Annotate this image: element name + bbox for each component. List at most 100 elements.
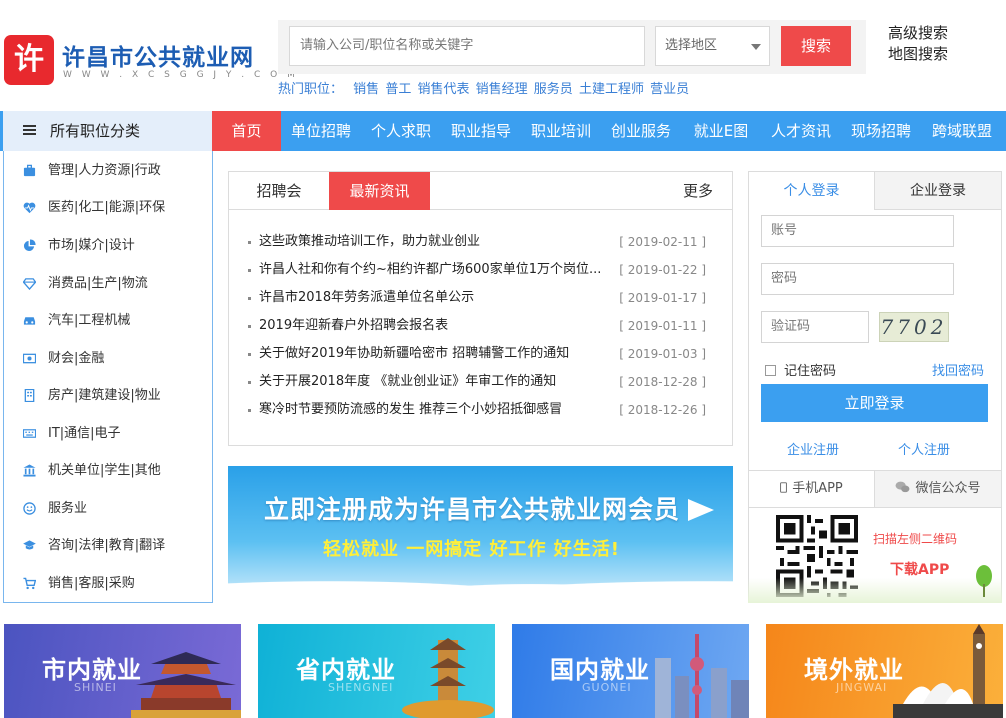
- hot-job-link[interactable]: 销售经理: [476, 82, 528, 97]
- news-title[interactable]: 关于做好2019年协助新疆哈密市 招聘辅警工作的通知: [259, 340, 624, 368]
- news-date: [ 2019-01-17 ]: [619, 291, 706, 305]
- news-item[interactable]: 许昌人社和你有个约~相约许都广场600家单位1万个岗位...[ 2019-01-…: [248, 256, 714, 284]
- tile-overseas-jobs[interactable]: 境外就业 JINGWAI: [766, 624, 1003, 718]
- site-logo-mark[interactable]: 许: [4, 35, 54, 85]
- all-categories-button[interactable]: 所有职位分类: [3, 111, 212, 151]
- nav-cross-region[interactable]: 跨域联盟: [921, 111, 1003, 151]
- nav-onsite-fair[interactable]: 现场招聘: [841, 111, 921, 151]
- nav-home[interactable]: 首页: [212, 111, 281, 151]
- hot-job-link[interactable]: 销售代表: [417, 82, 469, 97]
- category-item[interactable]: 管理|人力资源|行政: [3, 152, 212, 189]
- category-item[interactable]: 医药|化工|能源|环保: [3, 189, 212, 226]
- news-title[interactable]: 许昌市2018年劳务派遣单位名单公示: [259, 284, 624, 312]
- nav-job-map[interactable]: 就业E图: [681, 111, 761, 151]
- remember-password[interactable]: 记住密码: [765, 360, 836, 379]
- category-label: 医药|化工|能源|环保: [48, 200, 166, 215]
- password-input[interactable]: 密码: [761, 263, 954, 295]
- wechat-icon: [896, 481, 910, 493]
- search-input[interactable]: 请输入公司/职位名称或关键字: [289, 26, 645, 66]
- scan-hint: 扫描左侧二维码: [873, 532, 958, 546]
- region-select[interactable]: 选择地区: [655, 26, 770, 66]
- category-item[interactable]: 市场|媒介|设计: [3, 227, 212, 264]
- wechat-label: 微信公众号: [915, 481, 981, 496]
- news-date: [ 2019-01-03 ]: [619, 347, 706, 361]
- region-select-label: 选择地区: [665, 38, 718, 53]
- category-item[interactable]: IT|通信|电子: [3, 415, 212, 452]
- tile-province-jobs[interactable]: 省内就业 SHENGNEI: [258, 624, 495, 718]
- personal-register-link[interactable]: 个人注册: [898, 439, 950, 458]
- opera-house-icon: [893, 624, 1003, 718]
- news-item[interactable]: 许昌市2018年劳务派遣单位名单公示[ 2019-01-17 ]: [248, 284, 714, 312]
- tree-icon: [976, 565, 992, 597]
- download-app-label[interactable]: 下载APP: [890, 559, 949, 579]
- graduation-cap-icon: [23, 540, 36, 550]
- news-date: [ 2018-12-28 ]: [619, 375, 706, 389]
- tab-mobile-app[interactable]: 手机APP: [749, 471, 874, 507]
- heartbeat-icon: [23, 202, 36, 214]
- captcha-image[interactable]: 7702: [879, 312, 949, 342]
- news-item[interactable]: 这些政策推动培训工作，助力就业创业[ 2019-02-11 ]: [248, 228, 714, 256]
- nav-startup-service[interactable]: 创业服务: [601, 111, 681, 151]
- category-item[interactable]: 汽车|工程机械: [3, 302, 212, 339]
- hot-job-link[interactable]: 服务员: [534, 82, 573, 97]
- news-item[interactable]: 关于做好2019年协助新疆哈密市 招聘辅警工作的通知[ 2019-01-03 ]: [248, 340, 714, 368]
- account-input[interactable]: 账号: [761, 215, 954, 247]
- bullet-icon: [248, 269, 251, 272]
- news-title[interactable]: 2019年迎新春户外招聘会报名表: [259, 312, 624, 340]
- hot-job-link[interactable]: 普工: [385, 82, 411, 97]
- tile-subtitle: SHENGNEI: [328, 681, 394, 694]
- site-name[interactable]: 许昌市公共就业网: [62, 38, 254, 72]
- tab-wechat[interactable]: 微信公众号: [874, 471, 1001, 507]
- category-item[interactable]: 机关单位|学生|其他: [3, 452, 212, 489]
- banner-headline[interactable]: 立即注册成为许昌市公共就业网会员: [264, 490, 680, 526]
- news-date: [ 2019-01-11 ]: [619, 319, 706, 333]
- captcha-input[interactable]: 验证码: [761, 311, 869, 343]
- enterprise-register-link[interactable]: 企业注册: [787, 439, 839, 458]
- news-title[interactable]: 寒冷时节要预防流感的发生 推荐三个小妙招抵御感冒: [259, 396, 624, 424]
- login-button[interactable]: 立即登录: [761, 384, 988, 422]
- category-item[interactable]: 销售|客服|采购: [3, 565, 212, 602]
- news-item[interactable]: 2019年迎新春户外招聘会报名表[ 2019-01-11 ]: [248, 312, 714, 340]
- category-label: 服务业: [48, 501, 88, 516]
- category-label: 管理|人力资源|行政: [48, 163, 161, 178]
- category-item[interactable]: 服务业: [3, 490, 212, 527]
- grass-decoration: [748, 578, 1002, 603]
- nav-job-seeking[interactable]: 个人求职: [361, 111, 441, 151]
- search-button[interactable]: 搜索: [781, 26, 851, 66]
- bank-icon: [23, 464, 36, 477]
- tab-latest-news[interactable]: 最新资讯: [329, 172, 430, 210]
- news-title[interactable]: 这些政策推动培训工作，助力就业创业: [259, 228, 624, 256]
- pie-chart-icon: [23, 239, 36, 252]
- news-item[interactable]: 关于开展2018年度 《就业创业证》年审工作的通知[ 2018-12-28 ]: [248, 368, 714, 396]
- category-item[interactable]: 咨询|法律|教育|翻译: [3, 527, 212, 564]
- nav-talent-news[interactable]: 人才资讯: [761, 111, 841, 151]
- news-item[interactable]: 寒冷时节要预防流感的发生 推荐三个小妙招抵御感冒[ 2018-12-26 ]: [248, 396, 714, 424]
- category-label: 财会|金融: [48, 351, 105, 366]
- category-label: 销售|客服|采购: [48, 576, 135, 591]
- news-title[interactable]: 许昌人社和你有个约~相约许都广场600家单位1万个岗位...: [259, 256, 624, 284]
- category-item[interactable]: 消费品|生产|物流: [3, 265, 212, 302]
- tab-personal-login[interactable]: 个人登录: [749, 172, 874, 210]
- nav-employer-recruit[interactable]: 单位招聘: [281, 111, 361, 151]
- nav-training[interactable]: 职业培训: [521, 111, 601, 151]
- hot-job-link[interactable]: 营业员: [650, 82, 689, 97]
- remember-label: 记住密码: [784, 364, 837, 379]
- category-label: 汽车|工程机械: [48, 313, 131, 328]
- tab-job-fair[interactable]: 招聘会: [229, 172, 329, 210]
- news-date: [ 2018-12-26 ]: [619, 403, 706, 417]
- remember-checkbox[interactable]: [765, 365, 776, 376]
- news-title[interactable]: 关于开展2018年度 《就业创业证》年审工作的通知: [259, 368, 624, 396]
- map-search-link[interactable]: 地图搜索: [888, 43, 948, 64]
- nav-career-guidance[interactable]: 职业指导: [441, 111, 521, 151]
- banner-slogan: 轻松就业 一网搞定 好工作 好生活!: [323, 539, 621, 560]
- tile-domestic-jobs[interactable]: 国内就业 GUONEI: [512, 624, 749, 718]
- hot-job-link[interactable]: 土建工程师: [579, 82, 644, 97]
- forgot-password-link[interactable]: 找回密码: [932, 360, 984, 379]
- category-item[interactable]: 财会|金融: [3, 340, 212, 377]
- tile-local-jobs[interactable]: 市内就业 SHINEI: [4, 624, 241, 718]
- category-item[interactable]: 房产|建筑建设|物业: [3, 377, 212, 414]
- advanced-search-link[interactable]: 高级搜索: [888, 22, 948, 43]
- tab-enterprise-login[interactable]: 企业登录: [874, 172, 1001, 210]
- hot-job-link[interactable]: 销售: [353, 82, 379, 97]
- news-more-link[interactable]: 更多: [683, 172, 713, 210]
